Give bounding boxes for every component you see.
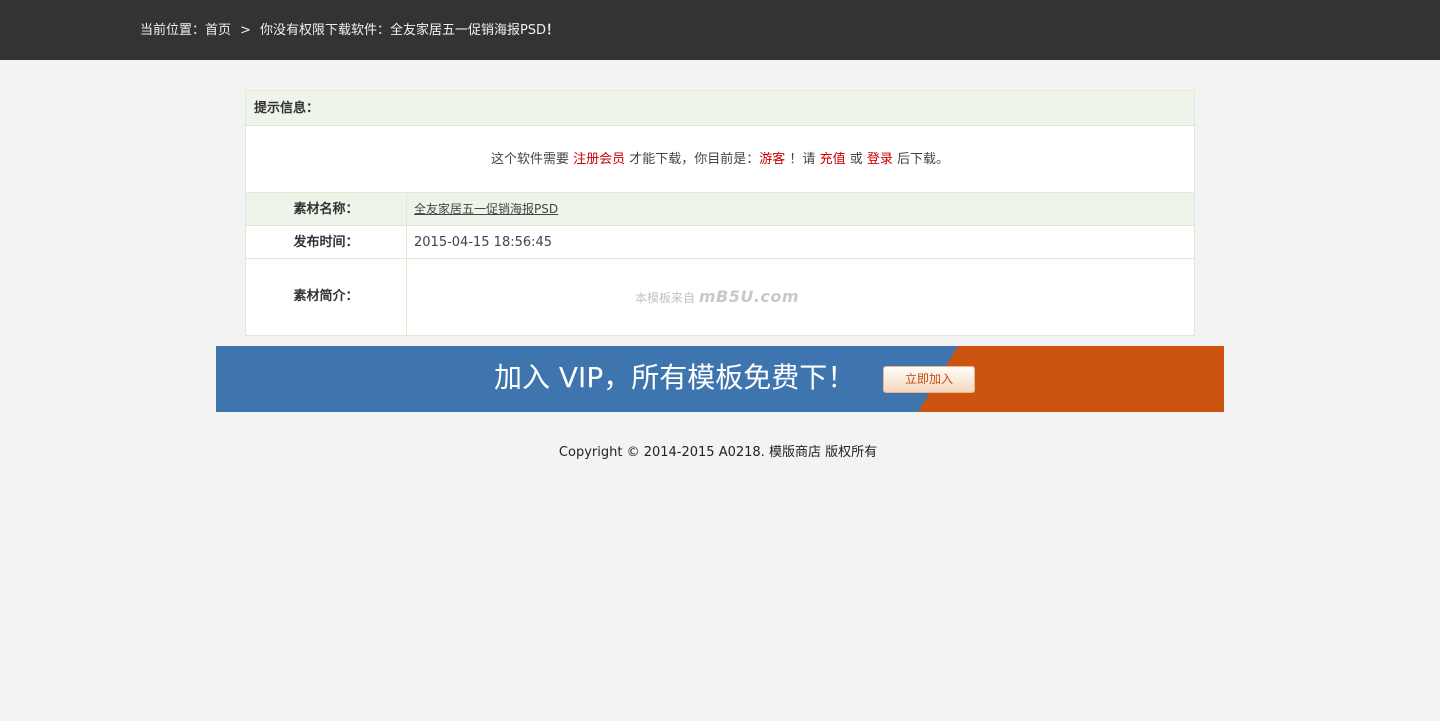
notice-text-1: 这个软件需要 — [490, 152, 574, 167]
recharge-link[interactable]: 充值 — [820, 152, 846, 167]
material-name-row: 素材名称： 全友家居五一促销海报PSD — [246, 193, 1194, 226]
material-desc-cell: 本模板来自 mB5U.com — [407, 259, 1194, 335]
breadcrumb-separator: > — [240, 23, 251, 38]
publish-time-value: 2015-04-15 18:56:45 — [414, 235, 553, 250]
breadcrumb-home-link[interactable]: 首页 — [205, 23, 231, 38]
breadcrumb-message: 你没有权限下载软件：全友家居五一促销海报PSD — [259, 23, 547, 38]
permission-notice: 这个软件需要 注册会员 才能下载，你目前是：游客 ！请 充值 或 登录 后下载。 — [246, 126, 1194, 193]
top-bar: 当前位置：首页 > 你没有权限下载软件：全友家居五一促销海报PSD！ — [0, 0, 1440, 60]
notice-text-2: 才能下载，你目前是： — [625, 152, 760, 167]
material-name-cell: 全友家居五一促销海报PSD — [407, 193, 1194, 225]
watermark-logo: mB5U.com — [698, 287, 800, 306]
publish-time-row: 发布时间： 2015-04-15 18:56:45 — [246, 226, 1194, 259]
vip-banner[interactable]: 加入 VIP，所有模板免费下！ 立即加入 — [216, 346, 1224, 412]
material-name-link[interactable]: 全友家居五一促销海报PSD — [414, 202, 558, 216]
breadcrumb-label: 当前位置： — [140, 23, 206, 38]
notice-text-3: ！请 — [785, 152, 820, 167]
breadcrumb-exclamation: ！ — [546, 23, 560, 38]
register-link[interactable]: 注册会员 — [573, 152, 625, 167]
banner-headline: 加入 VIP，所有模板免费下！ — [494, 361, 856, 394]
material-name-label: 素材名称： — [246, 193, 407, 225]
info-panel: 提示信息： 这个软件需要 注册会员 才能下载，你目前是：游客 ！请 充值 或 登… — [245, 90, 1195, 336]
publish-time-label: 发布时间： — [246, 226, 407, 258]
material-desc-row: 素材简介： 本模板来自 mB5U.com — [246, 259, 1194, 335]
login-link[interactable]: 登录 — [867, 152, 893, 167]
notice-text-5: 后下载。 — [892, 152, 949, 167]
notice-text-4: 或 — [845, 152, 867, 167]
watermark-prefix: 本模板来自 — [635, 291, 696, 305]
join-now-button[interactable]: 立即加入 — [883, 366, 975, 393]
breadcrumb: 当前位置：首页 > 你没有权限下载软件：全友家居五一促销海报PSD！ — [140, 22, 559, 40]
footer-copyright: Copyright © 2014-2015 A0218. 模版商店 版权所有 — [558, 445, 878, 460]
watermark-image: 本模板来自 mB5U.com — [635, 287, 799, 306]
panel-header: 提示信息： — [246, 91, 1194, 126]
material-desc-label: 素材简介： — [246, 259, 407, 335]
user-status: 游客 — [759, 152, 786, 167]
